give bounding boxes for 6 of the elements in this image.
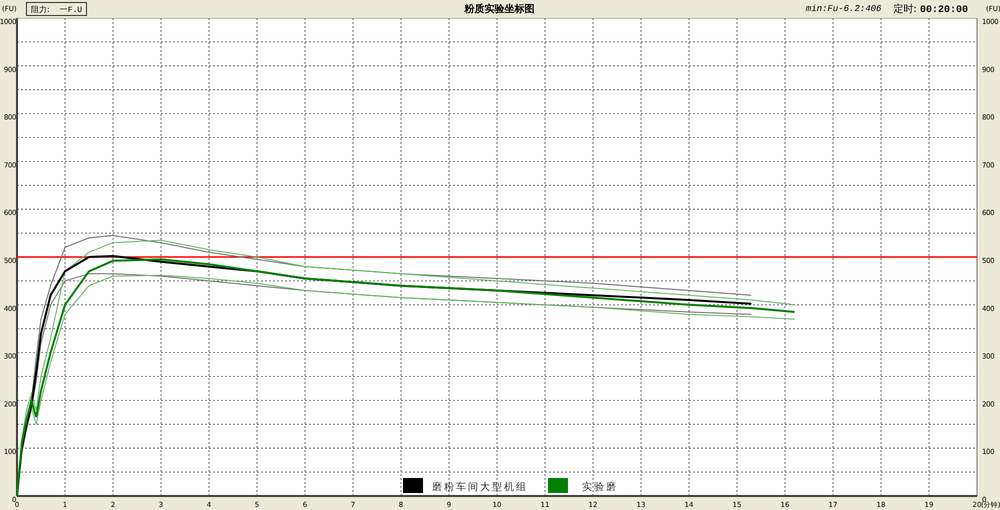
resistance-readout: 阻力: 一F.U xyxy=(26,2,88,16)
timer-readout: 定时: 00:20:00 xyxy=(893,2,968,16)
min-reading: min:Fu-6.2:406 xyxy=(806,4,882,14)
legend-label: 磨粉车间大型机组 xyxy=(432,482,528,493)
legend-label: 实验磨 xyxy=(582,482,618,493)
chart-title: 粉质实验坐标图 xyxy=(464,2,534,16)
